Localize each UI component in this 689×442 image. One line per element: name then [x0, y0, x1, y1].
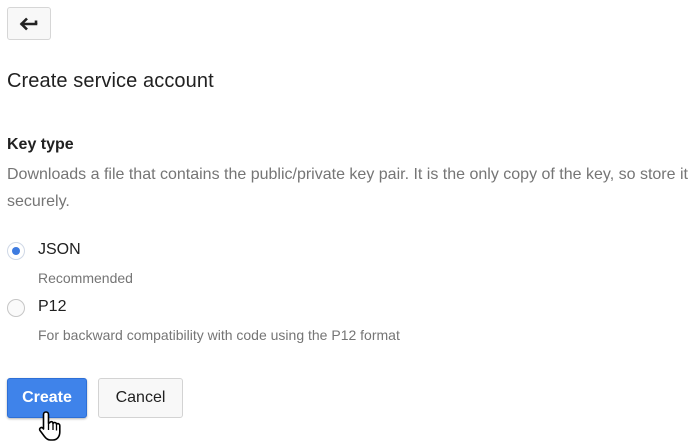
page-title: Create service account — [7, 70, 214, 92]
hand-pointer-icon — [38, 411, 61, 441]
json-radio[interactable] — [7, 242, 25, 260]
p12-sublabel: For backward compatibility with code usi… — [38, 327, 400, 343]
key-type-heading: Key type — [7, 136, 74, 153]
cancel-button[interactable]: Cancel — [98, 378, 183, 418]
p12-label: P12 — [38, 298, 67, 315]
json-label: JSON — [38, 241, 81, 258]
radio-option-p12[interactable]: P12 For backward compatibility with code… — [7, 297, 400, 343]
radio-option-json[interactable]: JSON Recommended — [7, 240, 133, 286]
back-button[interactable] — [7, 7, 51, 40]
p12-radio[interactable] — [7, 299, 25, 317]
json-sublabel: Recommended — [38, 270, 133, 286]
back-arrow-icon — [19, 17, 38, 30]
key-type-description: Downloads a file that contains the publi… — [7, 166, 688, 210]
